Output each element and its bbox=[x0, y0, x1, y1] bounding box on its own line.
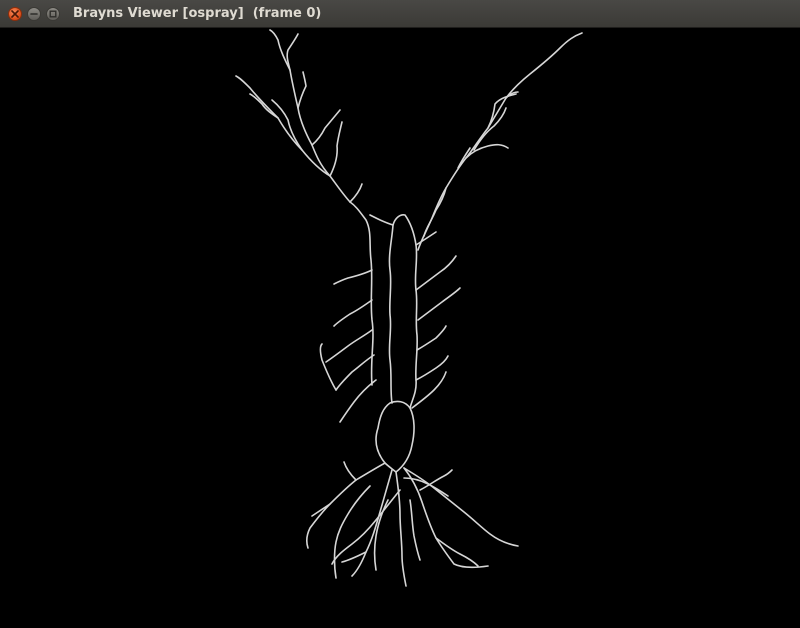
close-icon bbox=[11, 10, 19, 18]
render-viewport[interactable] bbox=[0, 28, 800, 628]
minimize-icon bbox=[30, 13, 38, 15]
window-title: Brayns Viewer [ospray] (frame 0) bbox=[73, 6, 322, 21]
maximize-button[interactable] bbox=[46, 7, 60, 21]
apical-branch-left bbox=[269, 29, 374, 386]
minimize-button[interactable] bbox=[27, 7, 41, 21]
apical-branch-right bbox=[417, 32, 583, 251]
app-window: Brayns Viewer [ospray] (frame 0) bbox=[0, 0, 800, 628]
neuron-render bbox=[235, 29, 583, 587]
title-bar[interactable]: Brayns Viewer [ospray] (frame 0) bbox=[0, 0, 800, 28]
apical-trunk bbox=[388, 214, 419, 409]
maximize-icon bbox=[49, 10, 57, 18]
neuron-soma bbox=[375, 400, 415, 473]
close-button[interactable] bbox=[8, 7, 22, 21]
